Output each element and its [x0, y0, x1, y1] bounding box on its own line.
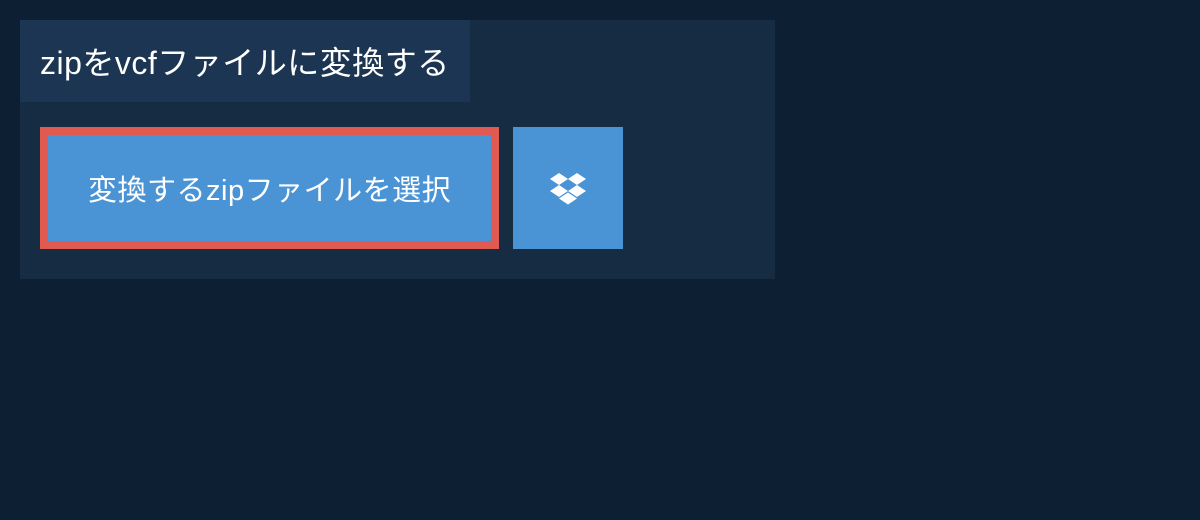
select-file-button[interactable]: 変換するzipファイルを選択	[40, 127, 499, 249]
title-bar: zipをvcfファイルに変換する	[20, 20, 470, 102]
page-title: zipをvcfファイルに変換する	[40, 45, 450, 81]
select-file-label: 変換するzipファイルを選択	[88, 167, 451, 209]
button-row: 変換するzipファイルを選択	[20, 102, 775, 279]
dropbox-button[interactable]	[513, 127, 623, 249]
dropbox-icon	[550, 170, 586, 206]
converter-panel: zipをvcfファイルに変換する 変換するzipファイルを選択	[20, 20, 775, 279]
